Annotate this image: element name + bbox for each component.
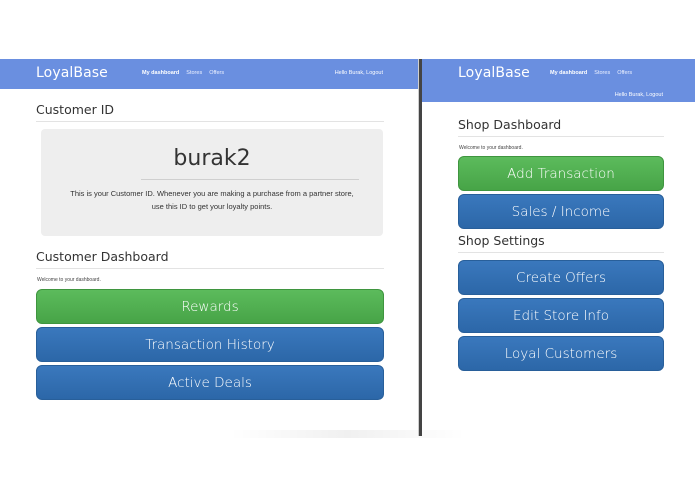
user-greeting-logout[interactable]: Hello Burak, Logout [335,70,383,76]
navbar: LoyalBase My dashboard Stores Offers Hel… [422,59,695,102]
divider [141,179,359,180]
active-deals-button[interactable]: Active Deals [36,365,384,400]
rewards-button[interactable]: Rewards [36,289,384,324]
navbar: LoyalBase My dashboard Stores Offers Hel… [0,59,418,89]
description-line-2: use this ID to get your loyalty points. [151,201,273,211]
add-transaction-button[interactable]: Add Transaction [458,156,664,191]
sales-income-button[interactable]: Sales / Income [458,194,664,229]
divider [458,252,664,253]
nav-my-dashboard[interactable]: My dashboard [550,70,587,76]
customer-id-panel: burak2 This is your Customer ID. Wheneve… [41,129,383,236]
bottom-shadow [230,430,465,438]
nav-my-dashboard[interactable]: My dashboard [142,70,179,76]
shop-dashboard-title: Shop Dashboard [458,117,562,132]
nav-offers[interactable]: Offers [617,70,632,76]
shop-screen: LoyalBase My dashboard Stores Offers Hel… [422,59,695,436]
customer-id-description: This is your Customer ID. Whenever you a… [51,188,373,213]
customer-id-title: Customer ID [36,102,115,117]
customer-dashboard-title: Customer Dashboard [36,249,169,264]
divider [36,121,384,122]
nav-stores[interactable]: Stores [594,70,610,76]
nav-links: My dashboard Stores Offers [550,70,632,76]
customer-screen: LoyalBase My dashboard Stores Offers Hel… [0,59,419,436]
description-line-1: This is your Customer ID. Whenever you a… [70,189,354,198]
create-offers-button[interactable]: Create Offers [458,260,664,295]
divider [458,136,664,137]
brand-logo[interactable]: LoyalBase [36,65,108,81]
welcome-text: Welcome to your dashboard. [37,277,101,283]
nav-links: My dashboard Stores Offers [142,70,224,76]
user-greeting-logout[interactable]: Hello Burak, Logout [615,92,663,98]
loyal-customers-button[interactable]: Loyal Customers [458,336,664,371]
transaction-history-button[interactable]: Transaction History [36,327,384,362]
nav-offers[interactable]: Offers [209,70,224,76]
divider [36,268,384,269]
welcome-text: Welcome to your dashboard. [459,145,523,151]
shop-settings-title: Shop Settings [458,233,545,248]
nav-stores[interactable]: Stores [186,70,202,76]
customer-id-value: burak2 [173,146,251,171]
brand-logo[interactable]: LoyalBase [458,65,530,81]
edit-store-info-button[interactable]: Edit Store Info [458,298,664,333]
